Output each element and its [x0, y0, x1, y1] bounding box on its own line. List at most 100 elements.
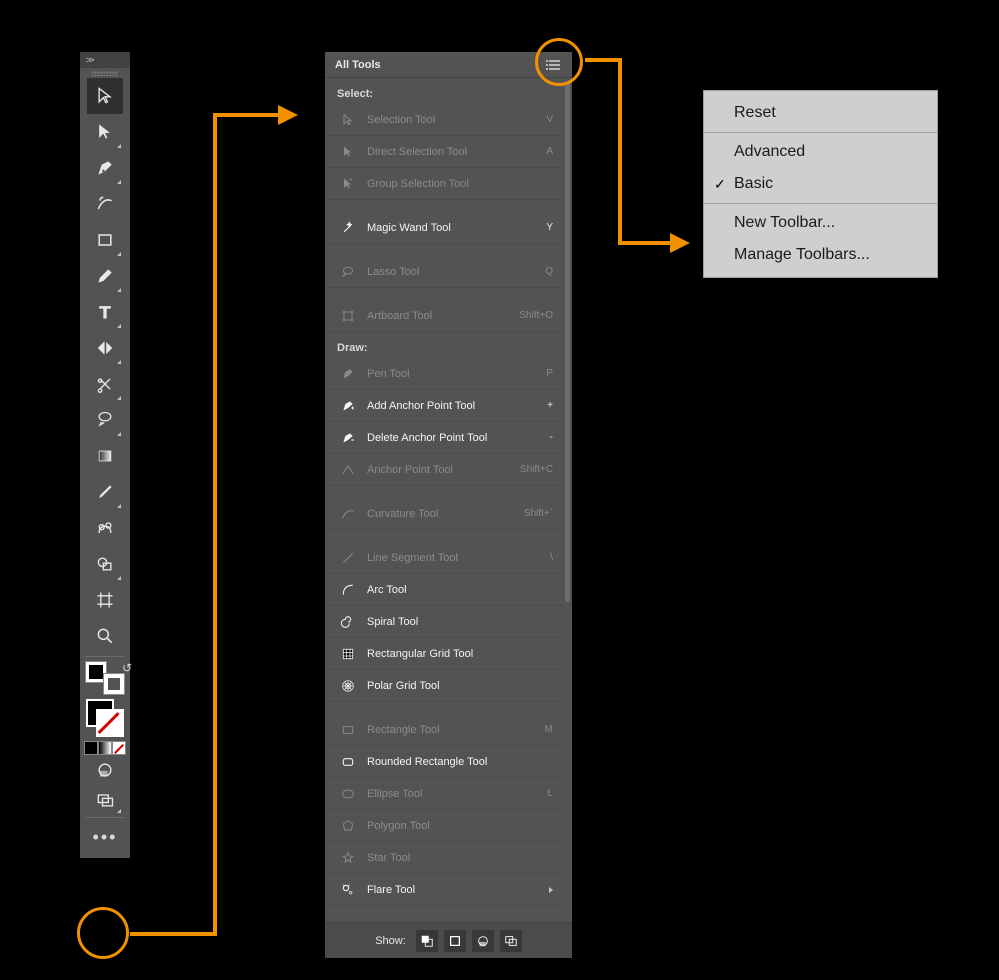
- white-arrow-icon: [95, 122, 115, 142]
- item-spiral-tool[interactable]: Spiral Tool: [325, 606, 563, 638]
- rotate-tool[interactable]: [87, 330, 123, 366]
- show-draw-modes[interactable]: [472, 930, 494, 952]
- item-rectangular-grid-tool[interactable]: Rectangular Grid Tool: [325, 638, 563, 670]
- blend-tool[interactable]: [87, 510, 123, 546]
- item-label: Spiral Tool: [367, 616, 553, 628]
- item-delete-anchor-tool[interactable]: Delete Anchor Point Tool -: [325, 422, 563, 454]
- arrow-cursor-icon: [339, 111, 357, 129]
- item-magic-wand-tool[interactable]: Magic Wand Tool Y: [325, 212, 563, 244]
- item-line-segment-tool[interactable]: Line Segment Tool \: [325, 542, 563, 574]
- all-tools-title: All Tools: [335, 59, 381, 71]
- item-star-tool[interactable]: Star Tool: [325, 842, 563, 874]
- item-rectangle-tool[interactable]: Rectangle Tool M: [325, 714, 563, 746]
- swap-fill-stroke-icon[interactable]: ↺: [122, 661, 132, 675]
- item-add-anchor-tool[interactable]: Add Anchor Point Tool +: [325, 390, 563, 422]
- gradient-icon: [95, 446, 115, 466]
- item-polar-grid-tool[interactable]: Polar Grid Tool: [325, 670, 563, 702]
- polar-grid-icon: [339, 677, 357, 695]
- item-lasso-tool[interactable]: Lasso Tool Q: [325, 256, 563, 288]
- toolbar-collapse[interactable]: >>: [80, 52, 130, 68]
- speech-bubble-icon: [95, 410, 115, 430]
- type-T-icon: [95, 302, 115, 322]
- flyout-indicator-icon: [549, 887, 553, 893]
- menuitem-basic[interactable]: Basic: [704, 168, 937, 200]
- show-fill-stroke[interactable]: [416, 930, 438, 952]
- menuitem-advanced[interactable]: Advanced: [704, 136, 937, 168]
- rectangle-icon: [95, 230, 115, 250]
- draw-normal-mode[interactable]: [87, 755, 123, 785]
- width-tool[interactable]: [87, 402, 123, 438]
- item-shortcut: L: [547, 788, 553, 799]
- toolbar-separator-2: [85, 817, 125, 818]
- item-label: Delete Anchor Point Tool: [367, 432, 544, 444]
- stroke-swatch[interactable]: [103, 673, 125, 695]
- zoom-tool[interactable]: [87, 618, 123, 654]
- default-fill-stroke[interactable]: [86, 699, 124, 737]
- flare-icon: [339, 881, 357, 899]
- item-anchor-point-tool[interactable]: Anchor Point Tool Shift+C: [325, 454, 563, 486]
- ellipse-icon: [339, 785, 357, 803]
- lasso-icon: [339, 263, 357, 281]
- line-icon: [339, 549, 357, 567]
- gradient-tool[interactable]: [87, 438, 123, 474]
- item-artboard-tool[interactable]: Artboard Tool Shift+O: [325, 300, 563, 332]
- color-mode-gradient[interactable]: [98, 741, 112, 755]
- menuitem-reset[interactable]: Reset: [704, 97, 937, 129]
- toolbar-grip[interactable]: [80, 68, 130, 78]
- item-rounded-rectangle-tool[interactable]: Rounded Rectangle Tool: [325, 746, 563, 778]
- item-curvature-tool[interactable]: Curvature Tool Shift+`: [325, 498, 563, 530]
- item-arc-tool[interactable]: Arc Tool: [325, 574, 563, 606]
- color-mode-solid[interactable]: [84, 741, 98, 755]
- edit-toolbar-button[interactable]: •••: [87, 822, 123, 852]
- artboard-tool[interactable]: [87, 582, 123, 618]
- menuitem-manage-toolbars[interactable]: Manage Toolbars...: [704, 239, 937, 271]
- magnifier-icon: [95, 626, 115, 646]
- show-color-modes[interactable]: [444, 930, 466, 952]
- curvature-tool[interactable]: [87, 186, 123, 222]
- large-stroke-none-swatch[interactable]: [96, 709, 124, 737]
- color-mode-none[interactable]: [112, 741, 126, 755]
- menuitem-label: Reset: [734, 104, 776, 122]
- convert-anchor-icon: [339, 461, 357, 479]
- all-tools-body: Select: Selection Tool V Direct Selectio…: [325, 78, 572, 922]
- scissors-icon: [95, 374, 115, 394]
- menuitem-new-toolbar[interactable]: New Toolbar...: [704, 207, 937, 239]
- item-flare-tool[interactable]: Flare Tool: [325, 874, 563, 906]
- item-group-selection-tool[interactable]: Group Selection Tool: [325, 168, 563, 200]
- item-selection-tool[interactable]: Selection Tool V: [325, 104, 563, 136]
- item-shortcut: \: [550, 552, 553, 563]
- item-label: Selection Tool: [367, 114, 540, 126]
- item-label: Polygon Tool: [367, 820, 553, 832]
- direct-selection-tool[interactable]: [87, 114, 123, 150]
- item-pen-tool[interactable]: Pen Tool P: [325, 358, 563, 390]
- item-polygon-tool[interactable]: Polygon Tool: [325, 810, 563, 842]
- eyedropper-tool[interactable]: [87, 474, 123, 510]
- all-tools-scrollbar[interactable]: [565, 82, 570, 602]
- menuitem-label: Advanced: [734, 143, 805, 161]
- type-tool[interactable]: [87, 294, 123, 330]
- shape-builder-tool[interactable]: [87, 546, 123, 582]
- arrow-cursor-icon: [95, 86, 115, 106]
- item-shortcut: Shift+O: [519, 310, 553, 321]
- group-label-select: Select:: [325, 78, 563, 104]
- toolbar-flyout-menu: Reset Advanced Basic New Toolbar... Mana…: [703, 90, 938, 278]
- item-ellipse-tool[interactable]: Ellipse Tool L: [325, 778, 563, 810]
- panel-menu-icon[interactable]: [546, 59, 562, 71]
- item-label: Line Segment Tool: [367, 552, 544, 564]
- scissors-tool[interactable]: [87, 366, 123, 402]
- paintbrush-tool[interactable]: [87, 258, 123, 294]
- item-label: Star Tool: [367, 852, 553, 864]
- pencil-icon: [95, 266, 115, 286]
- selection-tool[interactable]: [87, 78, 123, 114]
- rect-grid-icon: [339, 645, 357, 663]
- show-screen-modes[interactable]: [500, 930, 522, 952]
- pen-tool[interactable]: [87, 150, 123, 186]
- rectangle-tool[interactable]: [87, 222, 123, 258]
- screen-mode[interactable]: [87, 785, 123, 815]
- group-label-draw: Draw:: [325, 332, 563, 358]
- item-direct-selection-tool[interactable]: Direct Selection Tool A: [325, 136, 563, 168]
- item-label: Direct Selection Tool: [367, 146, 540, 158]
- main-toolbar: >>: [80, 52, 130, 858]
- fill-stroke-swatches[interactable]: ↺: [85, 661, 125, 695]
- menu-separator: [704, 132, 937, 133]
